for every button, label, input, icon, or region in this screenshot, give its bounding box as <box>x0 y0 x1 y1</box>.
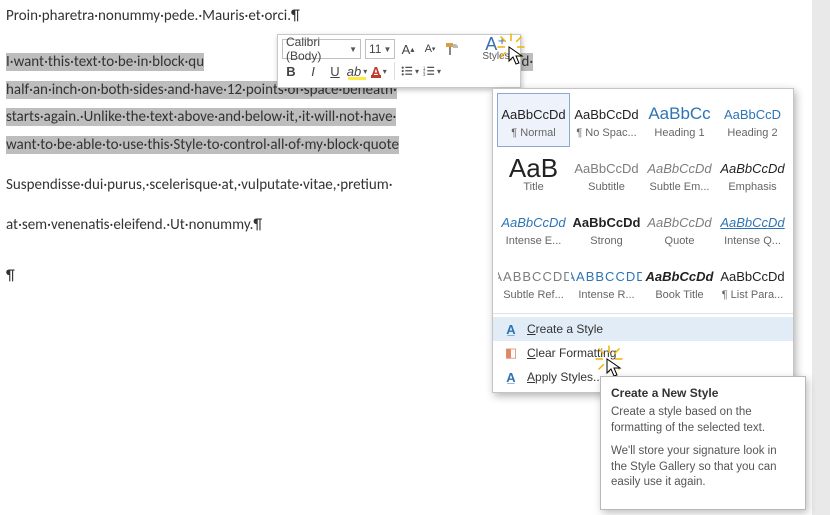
selected-text[interactable]: want·to·be·able·to·use·this·Style·to·con… <box>6 136 399 154</box>
bold-button[interactable]: B <box>282 61 300 81</box>
apply-styles-icon: A̲ <box>503 370 519 385</box>
chevron-down-icon: ▾ <box>437 67 441 76</box>
style-label: ¶ Normal <box>511 127 555 139</box>
style-preview: AaBbCcDd <box>574 155 638 181</box>
style-label: Intense R... <box>578 289 634 301</box>
style-preview: AaBbCcDd <box>501 101 565 127</box>
style-cell[interactable]: AaBbCcDdSubtitle <box>570 147 643 201</box>
create-style-menuitem[interactable]: A̲ CCreate a Stylereate a Style <box>493 317 793 341</box>
style-label: ¶ List Para... <box>722 289 784 301</box>
styles-button[interactable]: A⁺ Styles <box>476 37 516 62</box>
font-size-value: 11 <box>369 42 381 56</box>
style-cell[interactable]: AaBbCcHeading 1 <box>643 93 716 147</box>
style-label: Intense Q... <box>724 235 781 247</box>
style-cell[interactable]: AABBCCDDSubtle Ref... <box>497 255 570 309</box>
font-name-combo[interactable]: Calibri (Body)▼ <box>282 39 361 59</box>
tooltip-body: We'll store your signature look in the S… <box>611 444 795 491</box>
style-cell[interactable]: AaBbCcDdEmphasis <box>716 147 789 201</box>
chevron-down-icon: ▾ <box>363 67 367 76</box>
style-label: Title <box>523 181 543 193</box>
italic-button[interactable]: I <box>304 61 322 81</box>
svg-text:3: 3 <box>423 72 426 77</box>
style-cell[interactable]: AaBbCcDdStrong <box>570 201 643 255</box>
style-label: Quote <box>665 235 695 247</box>
style-cell[interactable]: AaBbCcDHeading 2 <box>716 93 789 147</box>
highlight-button[interactable]: ab▾ <box>348 61 366 81</box>
style-preview: AaBbCcDd <box>720 263 784 289</box>
tooltip-title: Create a New Style <box>611 385 795 401</box>
clear-formatting-menuitem[interactable]: ◧ Clear Formatting <box>493 341 793 365</box>
styles-gallery: AaBbCcDd¶ NormalAaBbCcDd¶ No Spac...AaBb… <box>492 88 794 393</box>
shrink-font-button[interactable]: A▾ <box>421 39 439 59</box>
style-preview: AaBbCcDd <box>647 209 711 235</box>
selected-text[interactable]: I·want·this·text·to·be·in·block·qu <box>6 53 204 71</box>
underline-button[interactable]: U <box>326 61 344 81</box>
grow-font-button[interactable]: A▴ <box>399 39 417 59</box>
eraser-icon: ◧ <box>503 345 519 361</box>
style-cell[interactable]: AaBTitle <box>497 147 570 201</box>
chevron-down-icon: ▾ <box>415 67 419 76</box>
style-label: Book Title <box>655 289 703 301</box>
chevron-down-icon: ▼ <box>383 45 391 54</box>
paragraph: Proin·pharetra·nonummy·pede.·Mauris·et·o… <box>6 6 786 28</box>
style-preview: AaBbCcDd <box>647 155 711 181</box>
style-label: Heading 1 <box>654 127 704 139</box>
style-preview: AaBbCcDd <box>646 263 714 289</box>
style-preview: AaBbCcDd <box>720 155 784 181</box>
style-label: Subtle Ref... <box>503 289 564 301</box>
bullets-button[interactable]: ▾ <box>401 61 419 81</box>
style-cell[interactable]: AaBbCcDdBook Title <box>643 255 716 309</box>
selected-text[interactable]: starts·again.·Unlike·the·text·above·and·… <box>6 108 396 126</box>
style-label: Emphasis <box>728 181 776 193</box>
numbering-button[interactable]: 123▾ <box>423 61 441 81</box>
style-cell[interactable]: AaBbCcDdQuote <box>643 201 716 255</box>
create-style-icon: A̲ <box>503 322 519 337</box>
font-size-combo[interactable]: 11▼ <box>365 39 395 59</box>
tooltip: Create a New Style Create a style based … <box>600 376 806 510</box>
font-name-value: Calibri (Body) <box>286 35 347 63</box>
style-preview: AaBbCcDd <box>574 101 638 127</box>
chevron-down-icon: ▾ <box>383 67 387 76</box>
style-cell[interactable]: AaBbCcDdIntense Q... <box>716 201 789 255</box>
style-label: Heading 2 <box>727 127 777 139</box>
style-cell[interactable]: AaBbCcDd¶ No Spac... <box>570 93 643 147</box>
style-label: Subtitle <box>588 181 625 193</box>
style-preview: AABBCCDD <box>497 263 570 289</box>
style-cell[interactable]: AABBCCDDIntense R... <box>570 255 643 309</box>
tooltip-body: Create a style based on the formatting o… <box>611 405 795 436</box>
style-cell[interactable]: AaBbCcDd¶ List Para... <box>716 255 789 309</box>
style-preview: AABBCCDD <box>570 263 643 289</box>
styles-icon: A⁺ <box>485 37 507 51</box>
style-preview: AaBbCc <box>648 101 710 127</box>
style-label: Intense E... <box>506 235 562 247</box>
font-color-button[interactable]: A▾ <box>370 61 388 81</box>
mini-toolbar: Calibri (Body)▼ 11▼ A▴ A▾ A⁺ Styles B I … <box>277 34 521 88</box>
style-preview: AaBbCcDd <box>720 209 784 235</box>
style-preview: AaBbCcD <box>724 101 781 127</box>
style-preview: AaBbCcDd <box>573 209 641 235</box>
styles-label: Styles <box>482 51 509 62</box>
style-cell[interactable]: AaBbCcDdSubtle Em... <box>643 147 716 201</box>
chevron-down-icon: ▼ <box>349 45 357 54</box>
style-label: ¶ No Spac... <box>576 127 636 139</box>
style-label: Subtle Em... <box>650 181 710 193</box>
style-cell[interactable]: AaBbCcDdIntense E... <box>497 201 570 255</box>
style-label: Strong <box>590 235 622 247</box>
style-preview: AaBbCcDd <box>501 209 565 235</box>
format-painter-button[interactable] <box>443 39 461 59</box>
style-cell[interactable]: AaBbCcDd¶ Normal <box>497 93 570 147</box>
style-preview: AaB <box>509 155 558 181</box>
